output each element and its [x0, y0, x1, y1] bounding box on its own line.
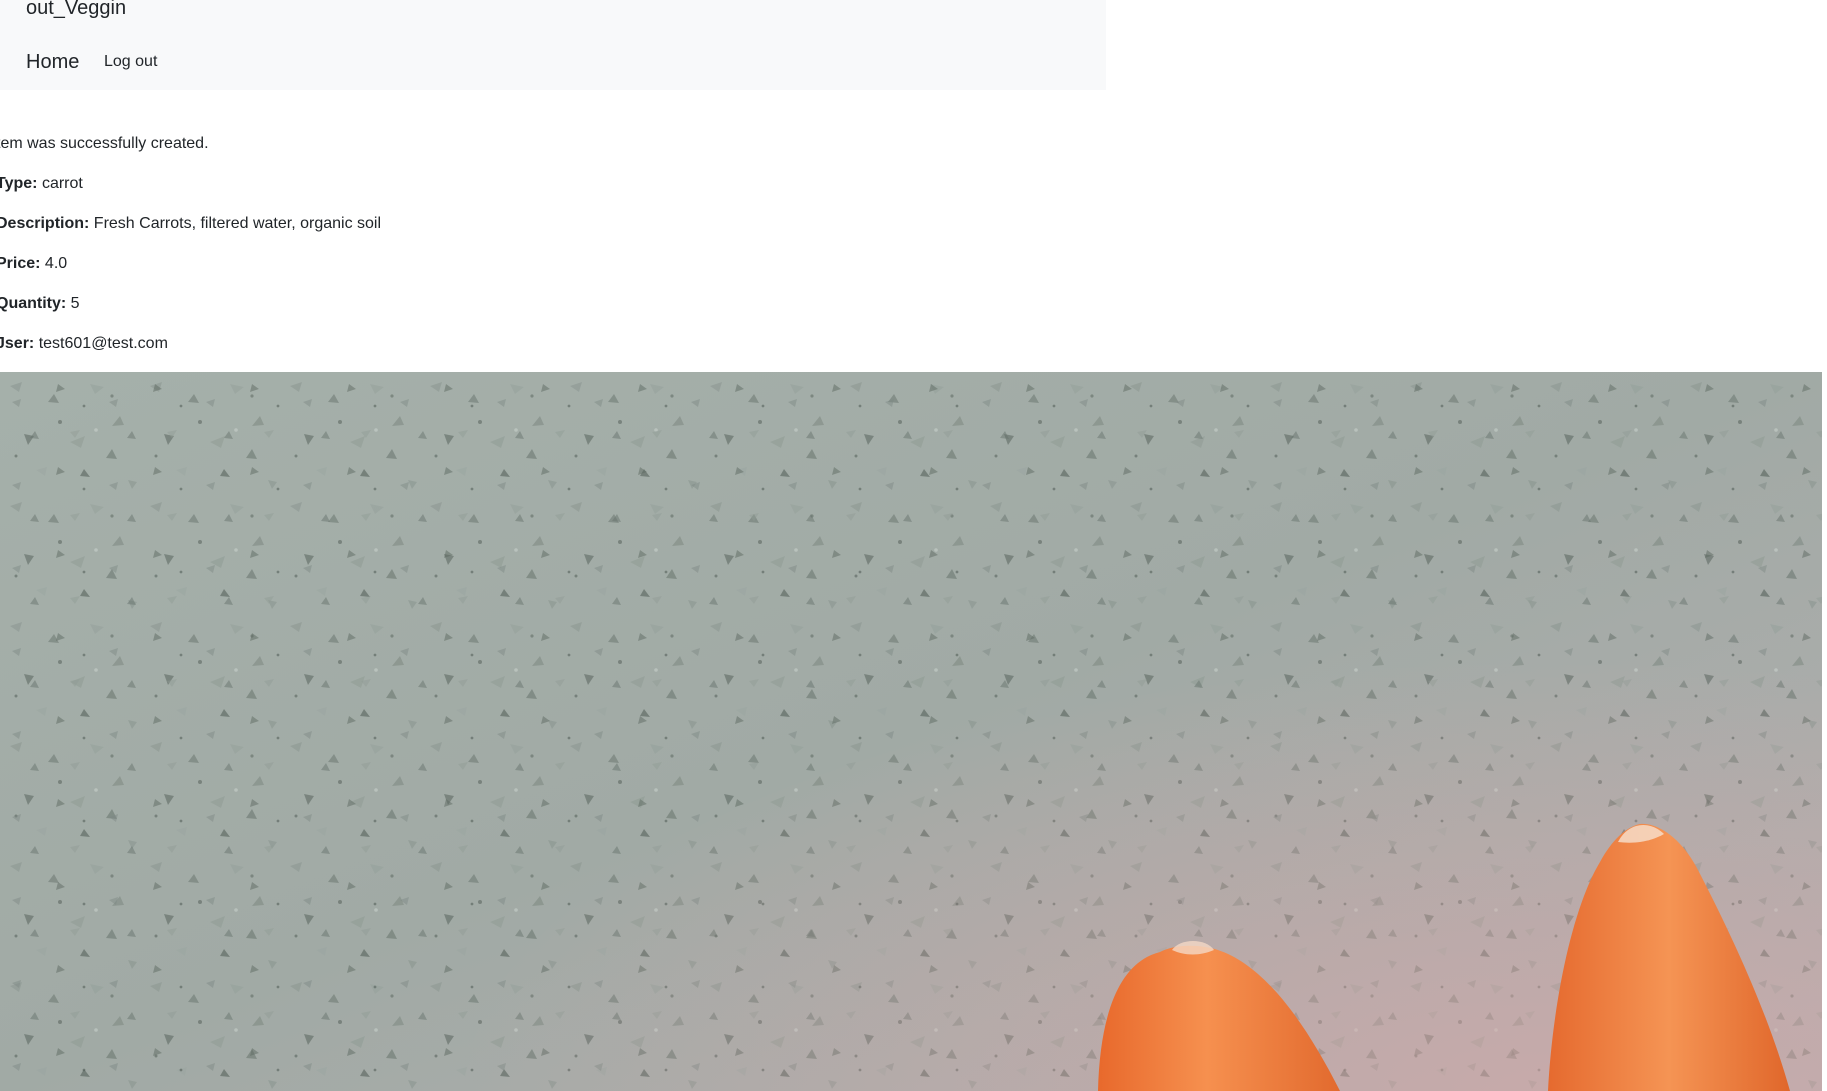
field-price: Price: 4.0	[0, 254, 67, 274]
page: out_Veggin Home Log out tem was successf…	[0, 0, 1827, 1091]
field-user-value: test601@test.com	[38, 335, 168, 352]
field-user-label: Jser:	[0, 335, 35, 352]
field-type-label: Type:	[0, 175, 38, 192]
logout-button[interactable]: Log out	[104, 52, 157, 72]
navbar: out_Veggin Home Log out	[0, 0, 1106, 90]
field-price-value: 4.0	[44, 255, 68, 272]
field-price-label: Price:	[0, 255, 41, 272]
navbar-brand[interactable]: out_Veggin	[26, 0, 126, 20]
field-description: Description: Fresh Carrots, filtered wat…	[0, 214, 381, 234]
countertop-glow	[0, 372, 1822, 1091]
nav-home-link[interactable]: Home	[26, 50, 79, 74]
field-description-value: Fresh Carrots, filtered water, organic s…	[93, 215, 382, 232]
item-photo	[0, 372, 1822, 1091]
field-type-value: carrot	[41, 175, 83, 192]
field-quantity-label: Quantity:	[0, 295, 67, 312]
field-type: Type: carrot	[0, 174, 83, 194]
field-description-label: Description:	[0, 215, 90, 232]
field-quantity: Quantity: 5	[0, 294, 80, 314]
field-user: Jser: test601@test.com	[0, 334, 168, 354]
field-quantity-value: 5	[70, 295, 80, 312]
flash-notice: tem was successfully created.	[0, 135, 209, 152]
